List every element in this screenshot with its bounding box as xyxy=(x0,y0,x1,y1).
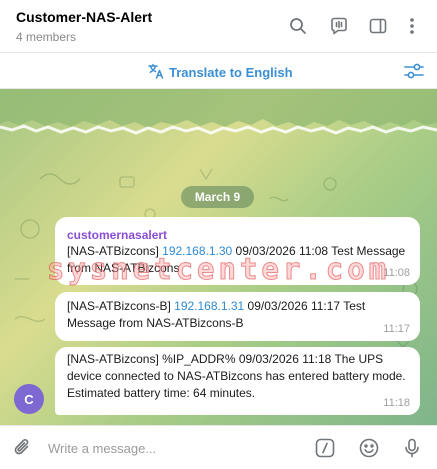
translate-icon xyxy=(147,62,165,83)
more-vertical-icon[interactable] xyxy=(400,14,424,38)
live-chat-icon[interactable] xyxy=(327,14,351,38)
message-bubble[interactable]: [NAS-ATBizcons-B] 192.168.1.31 09/03/202… xyxy=(55,292,420,341)
avatar[interactable]: C xyxy=(14,384,44,414)
filter-settings-icon[interactable] xyxy=(403,61,425,81)
translate-bar: Translate to English xyxy=(0,53,437,89)
members-count[interactable]: 4 members xyxy=(16,30,76,44)
message-input[interactable] xyxy=(48,437,298,459)
ip-link[interactable]: 192.168.1.31 xyxy=(174,299,244,313)
ip-link[interactable]: 192.168.1.30 xyxy=(162,244,232,258)
chat-title[interactable]: Customer-NAS-Alert xyxy=(16,9,152,25)
message-time: 11:17 xyxy=(383,323,410,335)
message-prefix: [NAS-ATBizcons-B] xyxy=(67,299,175,313)
message-time: 11:08 xyxy=(383,267,410,279)
message-text: [NAS-ATBizcons] %IP_ADDR% 09/03/2026 11:… xyxy=(67,352,406,400)
message-bubble[interactable]: [NAS-ATBizcons] %IP_ADDR% 09/03/2026 11:… xyxy=(55,347,420,415)
translate-label: Translate to English xyxy=(169,65,293,80)
emoji-icon[interactable] xyxy=(357,436,381,460)
translate-button[interactable]: Translate to English xyxy=(147,62,293,83)
sidebar-toggle-icon[interactable] xyxy=(366,14,390,38)
chat-header: Customer-NAS-Alert 4 members xyxy=(0,0,437,53)
message-bubble[interactable]: customernasalert [NAS-ATBizcons] 192.168… xyxy=(55,217,420,285)
date-separator: March 9 xyxy=(181,186,254,208)
chat-area: March 9 customernasalert [NAS-ATBizcons]… xyxy=(0,89,437,425)
message-text: [NAS-ATBizcons-B] 192.168.1.31 09/03/202… xyxy=(67,298,408,332)
sender-name[interactable]: customernasalert xyxy=(67,227,408,243)
message-time: 11:18 xyxy=(383,397,410,409)
attach-icon[interactable] xyxy=(12,436,34,458)
search-icon[interactable] xyxy=(286,14,310,38)
microphone-icon[interactable] xyxy=(400,436,424,460)
message-text: [NAS-ATBizcons] 192.168.1.30 09/03/2026 … xyxy=(67,243,408,277)
message-composer xyxy=(0,425,437,469)
message-prefix: [NAS-ATBizcons] xyxy=(67,244,163,258)
commands-icon[interactable] xyxy=(313,436,337,460)
torn-paper-edge xyxy=(0,89,437,135)
